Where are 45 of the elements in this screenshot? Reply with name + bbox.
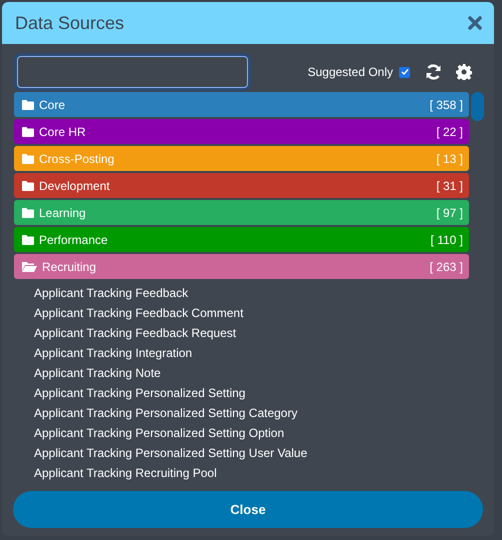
category-row[interactable]: Core HR [ 22 ] (14, 119, 469, 144)
data-source-item[interactable]: Applicant Tracking Recruiting Pool (14, 463, 469, 483)
data-source-item[interactable]: Applicant Tracking Personalized Setting Option (14, 423, 469, 443)
data-source-item[interactable]: Applicant Tracking Personalized Setting User Value (14, 443, 469, 463)
suggested-only-label: Suggested Only (308, 64, 393, 81)
folder-icon (22, 126, 34, 136)
folder-icon (22, 180, 34, 190)
category-count: [ 31 ] (436, 178, 463, 194)
category-name: Core (39, 96, 66, 114)
category-name: Learning (39, 204, 87, 222)
data-source-item[interactable]: Applicant Tracking Note (14, 363, 469, 383)
data-source-item[interactable]: Applicant Tracking Integration (14, 343, 469, 363)
category-name: Cross-Posting (39, 150, 116, 168)
dialog-title: Data Sources (15, 12, 124, 34)
search-field[interactable] (17, 56, 248, 88)
category-name: Recruiting (42, 258, 98, 276)
category-count: [ 22 ] (436, 124, 463, 140)
data-source-item[interactable]: Applicant Tracking Personalized Setting (14, 383, 469, 403)
category-row[interactable]: Recruiting [ 263 ] (14, 254, 469, 279)
data-source-item[interactable]: Applicant Tracking Personalized Setting Category (14, 403, 469, 423)
folder-icon (22, 208, 34, 218)
close-button[interactable]: Close (13, 491, 483, 528)
category-count: [ 13 ] (436, 150, 463, 168)
scrollbar-thumb[interactable] (471, 92, 484, 121)
category-count: [ 358 ] (430, 96, 463, 114)
category-row[interactable]: Core [ 358 ] (14, 92, 469, 117)
category-name: Development (39, 178, 111, 194)
suggested-only-checkbox[interactable] (399, 66, 410, 78)
category-count: [ 263 ] (430, 258, 463, 276)
folder-icon (22, 100, 34, 110)
category-name: Core HR (39, 124, 87, 140)
category-count: [ 110 ] (430, 232, 463, 248)
data-source-item[interactable]: Applicant Tracking Feedback Comment (14, 303, 469, 323)
category-count: [ 97 ] (436, 204, 463, 222)
refresh-icon[interactable] (425, 64, 442, 80)
category-row[interactable]: Development [ 31 ] (14, 173, 469, 198)
folder-icon (22, 154, 34, 164)
data-source-item[interactable]: Applicant Tracking Feedback Request (14, 323, 469, 343)
data-source-item[interactable]: Applicant Tracking Feedback (14, 283, 469, 303)
category-name: Performance (39, 232, 109, 248)
close-icon[interactable] (468, 16, 482, 30)
settings-icon[interactable] (456, 64, 472, 80)
category-row[interactable]: Performance [ 110 ] (14, 227, 469, 252)
folder-icon (22, 234, 34, 244)
open-folder-icon (22, 261, 37, 272)
